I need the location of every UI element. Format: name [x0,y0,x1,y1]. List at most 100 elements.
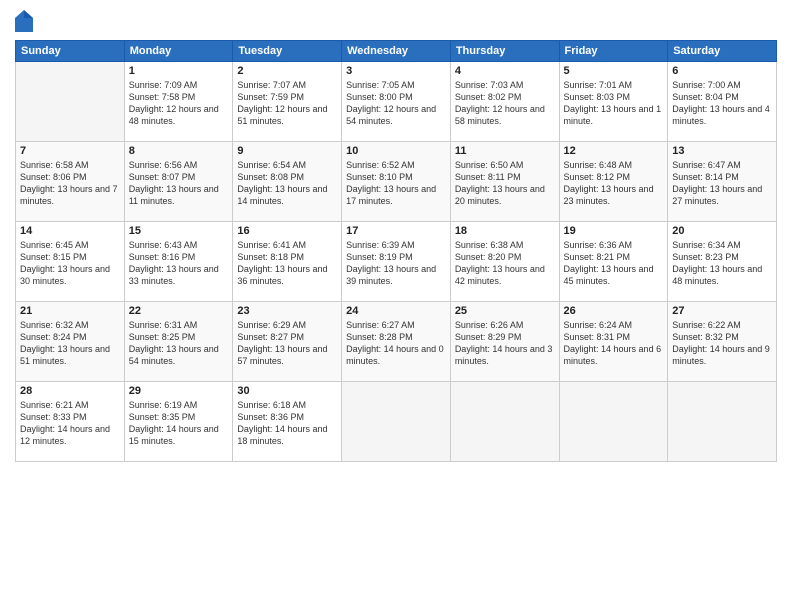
day-number: 18 [455,225,555,237]
day-info: Sunrise: 6:58 AM Sunset: 8:06 PM Dayligh… [20,159,120,208]
calendar-day-cell: 22 Sunrise: 6:31 AM Sunset: 8:25 PM Dayli… [124,302,233,382]
day-number: 19 [564,225,664,237]
day-number: 15 [129,225,229,237]
day-info: Sunrise: 6:24 AM Sunset: 8:31 PM Dayligh… [564,319,664,368]
calendar-day-cell: 28 Sunrise: 6:21 AM Sunset: 8:33 PM Dayli… [16,382,125,462]
day-info: Sunrise: 6:56 AM Sunset: 8:07 PM Dayligh… [129,159,229,208]
day-number: 30 [237,385,337,397]
calendar-day-cell: 5Sunrise: 7:01 AM Sunset: 8:03 PM Daylig… [559,62,668,142]
calendar-day-cell: 6 Sunrise: 7:00 AM Sunset: 8:04 PM Daylig… [668,62,777,142]
day-number: 29 [129,385,229,397]
calendar-week-row: 1 Sunrise: 7:09 AM Sunset: 7:58 PM Daylig… [16,62,777,142]
day-info: Sunrise: 6:26 AM Sunset: 8:29 PM Dayligh… [455,319,555,368]
calendar-day-cell: 27 Sunrise: 6:22 AM Sunset: 8:32 PM Dayli… [668,302,777,382]
day-number: 3 [346,65,446,77]
calendar-day-cell: 25 Sunrise: 6:26 AM Sunset: 8:29 PM Dayli… [450,302,559,382]
day-info: Sunrise: 7:09 AM Sunset: 7:58 PM Dayligh… [129,79,229,128]
calendar-weekday-thursday: Thursday [450,41,559,62]
day-number: 25 [455,305,555,317]
day-info: Sunrise: 6:36 AM Sunset: 8:21 PM Dayligh… [564,239,664,288]
calendar-day-cell: 16 Sunrise: 6:41 AM Sunset: 8:18 PM Dayli… [233,222,342,302]
calendar-day-cell: 19 Sunrise: 6:36 AM Sunset: 8:21 PM Dayli… [559,222,668,302]
day-number: 8 [129,145,229,157]
day-info: Sunrise: 6:19 AM Sunset: 8:35 PM Dayligh… [129,399,229,448]
calendar-day-cell: 2Sunrise: 7:07 AM Sunset: 7:59 PM Daylig… [233,62,342,142]
calendar-day-cell: 29 Sunrise: 6:19 AM Sunset: 8:35 PM Dayli… [124,382,233,462]
calendar-day-cell: 23 Sunrise: 6:29 AM Sunset: 8:27 PM Dayli… [233,302,342,382]
calendar-day-cell: 8 Sunrise: 6:56 AM Sunset: 8:07 PM Daylig… [124,142,233,222]
logo [15,10,37,32]
calendar-day-cell [16,62,125,142]
day-number: 16 [237,225,337,237]
calendar-day-cell: 26 Sunrise: 6:24 AM Sunset: 8:31 PM Dayli… [559,302,668,382]
day-number: 10 [346,145,446,157]
calendar-day-cell: 1 Sunrise: 7:09 AM Sunset: 7:58 PM Daylig… [124,62,233,142]
calendar-day-cell: 3Sunrise: 7:05 AM Sunset: 8:00 PM Daylig… [342,62,451,142]
day-info: Sunrise: 6:27 AM Sunset: 8:28 PM Dayligh… [346,319,446,368]
header [15,10,777,32]
calendar-weekday-friday: Friday [559,41,668,62]
calendar: SundayMondayTuesdayWednesdayThursdayFrid… [15,40,777,462]
day-number: 6 [672,65,772,77]
calendar-day-cell: 12 Sunrise: 6:48 AM Sunset: 8:12 PM Dayli… [559,142,668,222]
calendar-day-cell: 24 Sunrise: 6:27 AM Sunset: 8:28 PM Dayli… [342,302,451,382]
day-info: Sunrise: 6:29 AM Sunset: 8:27 PM Dayligh… [237,319,337,368]
calendar-weekday-saturday: Saturday [668,41,777,62]
calendar-day-cell: 9 Sunrise: 6:54 AM Sunset: 8:08 PM Daylig… [233,142,342,222]
day-info: Sunrise: 6:38 AM Sunset: 8:20 PM Dayligh… [455,239,555,288]
day-number: 20 [672,225,772,237]
day-info: Sunrise: 6:21 AM Sunset: 8:33 PM Dayligh… [20,399,120,448]
calendar-day-cell [559,382,668,462]
calendar-day-cell [668,382,777,462]
day-info: Sunrise: 6:18 AM Sunset: 8:36 PM Dayligh… [237,399,337,448]
day-info: Sunrise: 7:03 AM Sunset: 8:02 PM Dayligh… [455,79,555,128]
day-number: 11 [455,145,555,157]
calendar-day-cell: 18 Sunrise: 6:38 AM Sunset: 8:20 PM Dayli… [450,222,559,302]
calendar-week-row: 28 Sunrise: 6:21 AM Sunset: 8:33 PM Dayli… [16,382,777,462]
day-number: 24 [346,305,446,317]
day-info: Sunrise: 6:34 AM Sunset: 8:23 PM Dayligh… [672,239,772,288]
day-number: 13 [672,145,772,157]
day-number: 7 [20,145,120,157]
day-number: 23 [237,305,337,317]
day-number: 12 [564,145,664,157]
calendar-day-cell: 7 Sunrise: 6:58 AM Sunset: 8:06 PM Daylig… [16,142,125,222]
day-number: 22 [129,305,229,317]
day-number: 28 [20,385,120,397]
calendar-week-row: 7 Sunrise: 6:58 AM Sunset: 8:06 PM Daylig… [16,142,777,222]
day-info: Sunrise: 7:07 AM Sunset: 7:59 PM Dayligh… [237,79,337,128]
day-info: Sunrise: 6:22 AM Sunset: 8:32 PM Dayligh… [672,319,772,368]
calendar-day-cell: 30 Sunrise: 6:18 AM Sunset: 8:36 PM Dayli… [233,382,342,462]
day-number: 4 [455,65,555,77]
calendar-day-cell: 15 Sunrise: 6:43 AM Sunset: 8:16 PM Dayli… [124,222,233,302]
calendar-day-cell: 17 Sunrise: 6:39 AM Sunset: 8:19 PM Dayli… [342,222,451,302]
calendar-header-row: SundayMondayTuesdayWednesdayThursdayFrid… [16,41,777,62]
day-number: 1 [129,65,229,77]
day-info: Sunrise: 7:00 AM Sunset: 8:04 PM Dayligh… [672,79,772,128]
day-info: Sunrise: 6:45 AM Sunset: 8:15 PM Dayligh… [20,239,120,288]
calendar-weekday-sunday: Sunday [16,41,125,62]
day-info: Sunrise: 6:48 AM Sunset: 8:12 PM Dayligh… [564,159,664,208]
calendar-day-cell: 13 Sunrise: 6:47 AM Sunset: 8:14 PM Dayli… [668,142,777,222]
day-number: 17 [346,225,446,237]
day-number: 14 [20,225,120,237]
day-number: 21 [20,305,120,317]
calendar-day-cell: 14 Sunrise: 6:45 AM Sunset: 8:15 PM Dayli… [16,222,125,302]
calendar-day-cell [450,382,559,462]
day-number: 5 [564,65,664,77]
day-number: 26 [564,305,664,317]
day-number: 9 [237,145,337,157]
day-number: 27 [672,305,772,317]
day-info: Sunrise: 6:43 AM Sunset: 8:16 PM Dayligh… [129,239,229,288]
day-info: Sunrise: 6:54 AM Sunset: 8:08 PM Dayligh… [237,159,337,208]
day-info: Sunrise: 6:39 AM Sunset: 8:19 PM Dayligh… [346,239,446,288]
calendar-week-row: 21Sunrise: 6:32 AM Sunset: 8:24 PM Dayli… [16,302,777,382]
day-info: Sunrise: 6:41 AM Sunset: 8:18 PM Dayligh… [237,239,337,288]
day-info: Sunrise: 6:52 AM Sunset: 8:10 PM Dayligh… [346,159,446,208]
calendar-day-cell: 10 Sunrise: 6:52 AM Sunset: 8:10 PM Dayli… [342,142,451,222]
day-info: Sunrise: 6:47 AM Sunset: 8:14 PM Dayligh… [672,159,772,208]
calendar-weekday-wednesday: Wednesday [342,41,451,62]
calendar-day-cell: 11Sunrise: 6:50 AM Sunset: 8:11 PM Dayli… [450,142,559,222]
day-info: Sunrise: 6:31 AM Sunset: 8:25 PM Dayligh… [129,319,229,368]
calendar-weekday-tuesday: Tuesday [233,41,342,62]
